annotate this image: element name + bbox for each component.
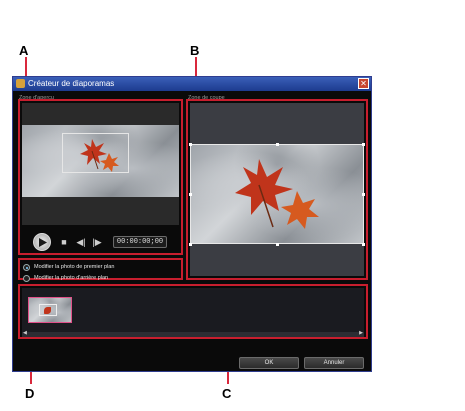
crop-handle[interactable] [276, 143, 279, 146]
previous-frame-icon: ◀| [76, 237, 86, 247]
background-radio[interactable] [23, 275, 30, 282]
cancel-button[interactable]: Annuler [304, 357, 364, 369]
callout-c: C [222, 386, 232, 401]
next-frame-button[interactable]: |▶ [91, 237, 103, 247]
leaf-icon [80, 139, 119, 172]
crop-handle[interactable] [189, 243, 192, 246]
crop-handle[interactable] [362, 143, 365, 146]
stop-icon: ■ [61, 237, 67, 247]
photo-timeline [22, 288, 364, 332]
previous-frame-button[interactable]: ◀| [75, 237, 87, 247]
callout-d: D [25, 386, 35, 401]
scroll-right-icon[interactable]: ▶ [359, 330, 363, 336]
crop-area[interactable] [189, 103, 365, 276]
app-icon [16, 79, 25, 88]
next-frame-icon: |▶ [92, 237, 102, 247]
background-option-label[interactable]: Modifier la photo d'arrière plan [34, 275, 108, 280]
foreground-radio[interactable] [23, 264, 30, 271]
crop-photo[interactable] [190, 144, 364, 244]
foreground-option-label[interactable]: Modifier la photo de premier plan [34, 264, 114, 271]
crop-handle[interactable] [189, 143, 192, 146]
crop-handle[interactable] [276, 243, 279, 246]
preview-screen [22, 103, 179, 225]
close-icon: ✕ [360, 79, 367, 88]
timeline-scrollbar[interactable]: ◀ ▶ [22, 330, 364, 337]
preview-area: ■ ◀| |▶ 00:00:00;00 [18, 99, 183, 255]
stop-button[interactable]: ■ [59, 237, 69, 247]
callout-b: B [190, 43, 200, 58]
window-title: Créateur de diaporamas [28, 79, 115, 88]
title-bar[interactable]: Créateur de diaporamas ✕ [13, 77, 371, 91]
crop-area-frame [186, 99, 368, 280]
preview-photo [22, 125, 179, 197]
callout-a: A [19, 43, 29, 58]
crop-handle[interactable] [362, 243, 365, 246]
play-button[interactable] [33, 233, 51, 251]
leaf-icon [44, 307, 51, 314]
photo-thumbnail[interactable] [28, 297, 72, 323]
timecode-display: 00:00:00;00 [113, 236, 167, 248]
crop-handle[interactable] [189, 193, 192, 196]
photo-options: Modifier la photo de premier plan Modifi… [18, 258, 183, 282]
close-button[interactable]: ✕ [358, 78, 369, 89]
crop-handle[interactable] [362, 193, 365, 196]
play-icon [39, 238, 47, 247]
photo-timeline-frame: ◀ ▶ [18, 284, 368, 339]
leaf-icon [235, 159, 319, 229]
ok-button[interactable]: OK [239, 357, 299, 369]
scroll-left-icon[interactable]: ◀ [23, 330, 27, 336]
slideshow-dialog: Créateur de diaporamas ✕ Zone d'aperçu ■… [12, 76, 372, 372]
